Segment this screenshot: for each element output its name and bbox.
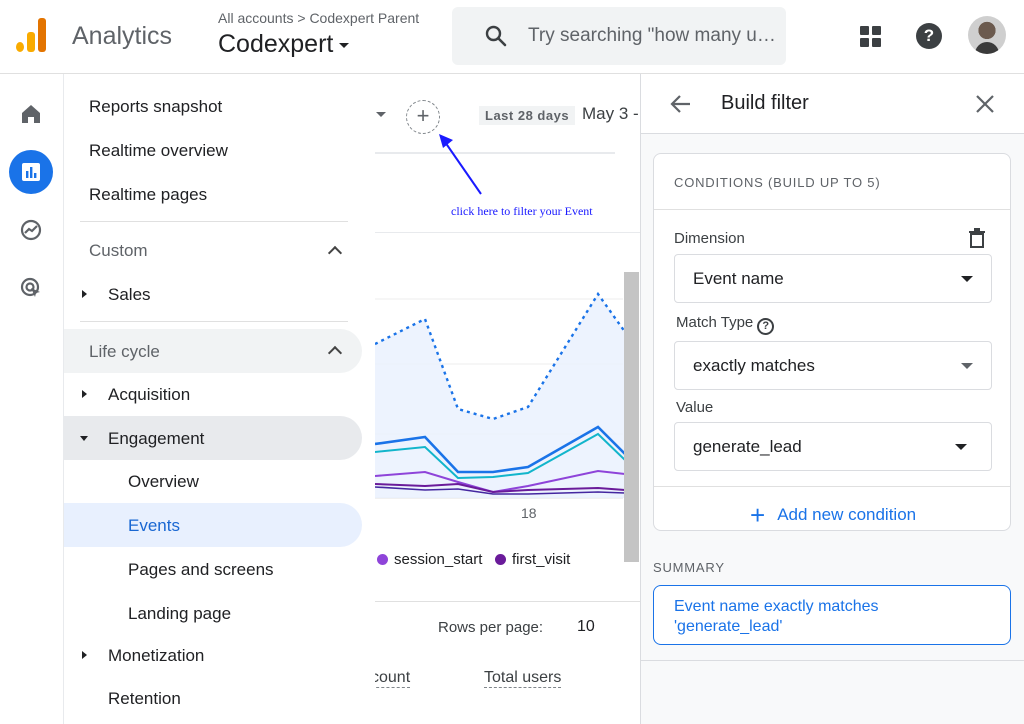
close-icon[interactable] (974, 93, 996, 115)
apps-grid-icon[interactable] (860, 26, 882, 48)
legend-item-session-start[interactable]: session_start (377, 551, 482, 568)
add-filter-button[interactable]: + (406, 100, 440, 134)
left-rail (0, 74, 64, 724)
help-icon[interactable]: ? (757, 318, 775, 335)
dropdown-arrow-icon (961, 363, 973, 369)
help-icon[interactable]: ? (916, 23, 942, 49)
analytics-logo[interactable] (14, 16, 50, 52)
value-value: generate_lead (693, 437, 802, 456)
expand-arrow-icon[interactable] (82, 651, 87, 659)
nav-landing-page[interactable]: Landing page (128, 604, 231, 624)
events-chart (375, 291, 625, 499)
legend-dot (495, 554, 506, 565)
date-chip[interactable]: Last 28 days (479, 106, 576, 125)
add-condition-label: Add new condition (777, 505, 917, 524)
dropdown-arrow-icon (955, 444, 967, 450)
reports-icon[interactable] (9, 150, 53, 194)
app-name: Analytics (72, 22, 173, 50)
legend-label: first_visit (512, 551, 571, 568)
search-icon (485, 25, 507, 47)
build-filter-panel: Build filter CONDITIONS (BUILD UP TO 5) … (640, 74, 1024, 724)
nav-group-custom[interactable]: Custom (89, 241, 148, 261)
search-input[interactable]: Try searching "how many users... (528, 25, 780, 47)
nav-sales[interactable]: Sales (108, 285, 151, 305)
rows-per-page-label: Rows per page: (438, 619, 544, 636)
column-header-count[interactable]: count (375, 669, 411, 688)
divider (654, 486, 1010, 487)
nav-selected-bg (64, 503, 362, 547)
search-bar[interactable]: Try searching "how many users... (452, 7, 786, 65)
chevron-up-icon[interactable] (327, 245, 343, 261)
match-type-label: Match Type? (676, 314, 775, 335)
explore-icon[interactable] (9, 208, 53, 252)
nav-group-lifecycle[interactable]: Life cycle (89, 342, 160, 362)
nav-realtime-overview[interactable]: Realtime overview (89, 141, 228, 161)
divider (375, 601, 640, 602)
nav-realtime-pages[interactable]: Realtime pages (89, 185, 207, 205)
rows-per-page-select[interactable]: 10 (577, 618, 595, 636)
nav-retention[interactable]: Retention (108, 689, 181, 709)
nav-engagement[interactable]: Engagement (108, 429, 204, 449)
back-arrow-icon[interactable] (669, 92, 693, 116)
column-header-total-users[interactable]: Total users (484, 669, 562, 688)
nav-reports-snapshot[interactable]: Reports snapshot (89, 97, 222, 117)
chevron-down-icon[interactable] (376, 112, 386, 117)
divider (80, 221, 348, 222)
scrollbar[interactable] (624, 272, 639, 562)
chevron-down-icon (339, 42, 350, 48)
match-type-value: exactly matches (693, 356, 815, 375)
nav-pages-and-screens[interactable]: Pages and screens (128, 560, 274, 580)
breadcrumb[interactable]: All accounts > Codexpert Parent (218, 10, 419, 26)
legend-dot (377, 554, 388, 565)
summary-line-2: 'generate_lead' (674, 618, 783, 635)
plus-icon: + (750, 500, 766, 530)
report-area: + Last 28 days May 3 - click here to fil… (375, 74, 640, 724)
dimension-label: Dimension (674, 230, 745, 247)
add-condition-button[interactable]: + Add new condition (750, 500, 916, 531)
avatar[interactable] (968, 16, 1006, 54)
divider (375, 152, 615, 154)
collapse-arrow-icon[interactable] (80, 436, 88, 441)
dropdown-arrow-icon (961, 276, 973, 282)
nav-acquisition[interactable]: Acquisition (108, 385, 190, 405)
property-selector[interactable]: Codexpert (218, 30, 350, 59)
divider (654, 209, 1010, 210)
expand-arrow-icon[interactable] (82, 390, 87, 398)
panel-title: Build filter (721, 92, 809, 114)
conditions-header: CONDITIONS (BUILD UP TO 5) (674, 175, 881, 190)
delete-icon[interactable] (968, 228, 986, 248)
dimension-select[interactable]: Event name (674, 254, 992, 303)
property-name: Codexpert (218, 30, 334, 58)
nav-drawer: Reports snapshot Realtime overview Realt… (64, 74, 375, 724)
annotation-arrow-icon (439, 134, 482, 195)
dimension-value: Event name (693, 269, 784, 288)
annotation-text: click here to filter your Event (451, 204, 593, 218)
conditions-card: CONDITIONS (BUILD UP TO 5) Dimension Eve… (653, 153, 1011, 531)
panel-header: Build filter (641, 74, 1024, 134)
legend-item-first-visit[interactable]: first_visit (495, 551, 570, 568)
match-type-label-text: Match Type (676, 314, 754, 331)
value-select[interactable]: generate_lead (674, 422, 992, 471)
home-icon[interactable] (9, 92, 53, 136)
divider (80, 321, 348, 322)
nav-engagement-events[interactable]: Events (128, 516, 180, 536)
legend-label: session_start (394, 551, 483, 568)
nav-monetization[interactable]: Monetization (108, 646, 204, 666)
divider (641, 660, 1024, 661)
advertising-icon[interactable] (9, 266, 53, 310)
expand-arrow-icon[interactable] (82, 290, 87, 298)
summary-label: SUMMARY (653, 560, 725, 575)
summary-line-1: Event name exactly matches (674, 598, 879, 615)
match-type-select[interactable]: exactly matches (674, 341, 992, 390)
top-bar: Analytics All accounts > Codexpert Paren… (0, 0, 1024, 74)
nav-engagement-overview[interactable]: Overview (128, 472, 199, 492)
x-tick-label: 18 (521, 505, 537, 521)
date-range[interactable]: May 3 - (582, 104, 639, 124)
summary-box: Event name exactly matches 'generate_lea… (653, 585, 1011, 645)
divider (375, 232, 640, 233)
value-label: Value (676, 399, 714, 416)
